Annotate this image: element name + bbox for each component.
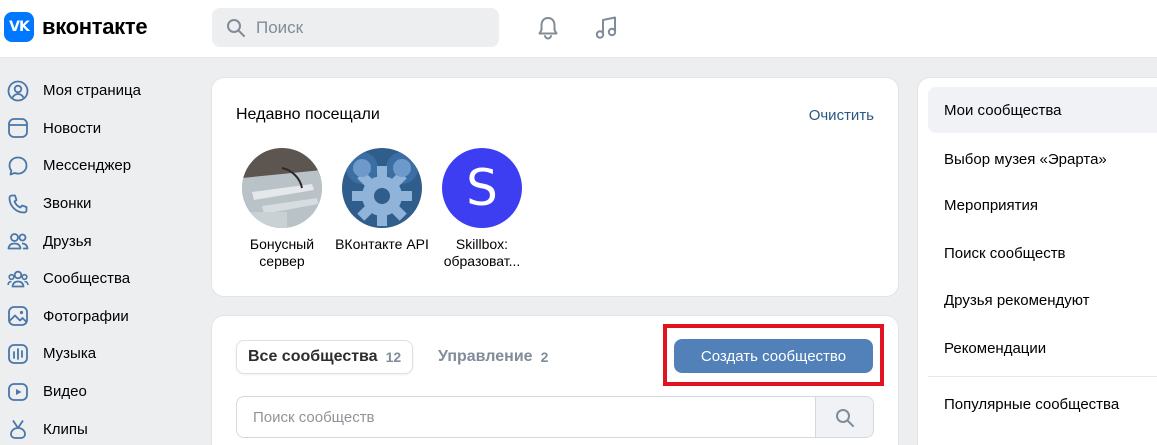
news-icon	[6, 116, 30, 140]
sidebar-item-label: Видео	[43, 383, 87, 401]
menu-divider	[928, 376, 1157, 377]
photo-icon	[6, 304, 30, 328]
sidebar-item-music[interactable]: Музыка	[0, 335, 200, 373]
clear-link[interactable]: Очистить	[809, 107, 874, 124]
tab-management[interactable]: Управление 2	[438, 340, 548, 374]
group-avatar	[242, 148, 322, 228]
top-header: VK вконтакте Поиск	[0, 0, 1157, 58]
search-input[interactable]: Поиск	[212, 8, 499, 47]
group-name: Бонусный сервер	[249, 236, 315, 269]
right-menu-item-recommendations[interactable]: Рекомендации	[928, 325, 1157, 371]
user-circle-icon	[6, 79, 30, 103]
recent-group[interactable]: Бонусный сервер	[232, 148, 332, 270]
skillbox-avatar: S	[442, 148, 522, 228]
sidebar-item-clips[interactable]: Клипы	[0, 410, 200, 445]
sidebar-item-my-page[interactable]: Моя страница	[0, 72, 200, 110]
sidebar-item-calls[interactable]: Звонки	[0, 185, 200, 223]
logo-text: вконтакте	[42, 14, 148, 39]
left-sidebar: Моя страница Новости Мессенджер Звонки Д…	[0, 72, 200, 445]
music-icon	[6, 342, 30, 366]
right-menu-item-my-communities[interactable]: Мои сообщества	[928, 87, 1157, 133]
vk-logo[interactable]: VK вконтакте	[4, 12, 148, 42]
recently-visited-title: Недавно посещали	[236, 106, 380, 123]
sidebar-item-label: Мессенджер	[43, 157, 132, 175]
recently-visited-card: Недавно посещали Очистить Бонусный серве…	[212, 78, 898, 296]
community-search-button[interactable]	[815, 397, 873, 437]
tab-count: 12	[385, 349, 402, 365]
sidebar-item-label: Фотографии	[43, 307, 129, 325]
communities-icon	[6, 267, 30, 291]
sidebar-item-label: Моя страница	[43, 82, 141, 100]
skillbox-avatar-letter: S	[466, 159, 498, 217]
sidebar-item-label: Новости	[43, 119, 102, 137]
tab-label: Все сообщества	[248, 348, 378, 365]
bell-icon[interactable]	[534, 14, 562, 42]
recent-group[interactable]: S Skillbox: образоват...	[432, 148, 532, 270]
search-icon	[835, 409, 854, 427]
search-icon	[227, 18, 245, 37]
tab-count: 2	[540, 349, 549, 365]
community-search-placeholder: Поиск сообществ	[253, 409, 375, 426]
phone-icon	[6, 192, 30, 216]
sidebar-item-label: Звонки	[43, 195, 92, 213]
tab-label: Управление	[438, 348, 533, 365]
group-name: Skillbox: образоват...	[443, 236, 521, 269]
sidebar-item-label: Друзья	[43, 232, 92, 250]
right-menu: Мои сообщества Выбор музея «Эрарта» Меро…	[918, 78, 1157, 445]
vk-logo-icon: VK	[4, 12, 34, 42]
clips-icon	[6, 417, 30, 441]
sidebar-item-news[interactable]: Новости	[0, 110, 200, 148]
recent-group[interactable]: ВКонтакте API	[332, 148, 432, 253]
sidebar-item-label: Музыка	[43, 345, 97, 363]
sidebar-item-friends[interactable]: Друзья	[0, 222, 200, 260]
sidebar-item-communities[interactable]: Сообщества	[0, 260, 200, 298]
friends-icon	[6, 229, 30, 253]
right-menu-item-popular[interactable]: Популярные сообщества	[928, 381, 1157, 427]
community-search-input[interactable]: Поиск сообществ	[236, 396, 874, 438]
sidebar-item-label: Сообщества	[43, 270, 131, 288]
right-menu-item-events[interactable]: Мероприятия	[928, 182, 1157, 228]
sidebar-item-video[interactable]: Видео	[0, 373, 200, 411]
sidebar-item-photos[interactable]: Фотографии	[0, 298, 200, 336]
chat-bubble-icon	[6, 154, 30, 178]
tab-all-communities[interactable]: Все сообщества 12	[236, 340, 414, 374]
right-menu-item-search-communities[interactable]: Поиск сообществ	[928, 230, 1157, 276]
group-name: ВКонтакте API	[335, 236, 429, 252]
search-placeholder: Поиск	[256, 17, 304, 37]
highlight-frame	[663, 324, 884, 386]
right-menu-item-friends-recommend[interactable]: Друзья рекомендуют	[928, 277, 1157, 323]
sidebar-item-messenger[interactable]: Мессенджер	[0, 147, 200, 185]
video-icon	[6, 380, 30, 404]
right-menu-item-erarta[interactable]: Выбор музея «Эрарта»	[928, 136, 1157, 182]
sidebar-item-label: Клипы	[43, 420, 88, 438]
music-note-icon[interactable]	[593, 14, 621, 42]
group-avatar	[342, 148, 422, 228]
